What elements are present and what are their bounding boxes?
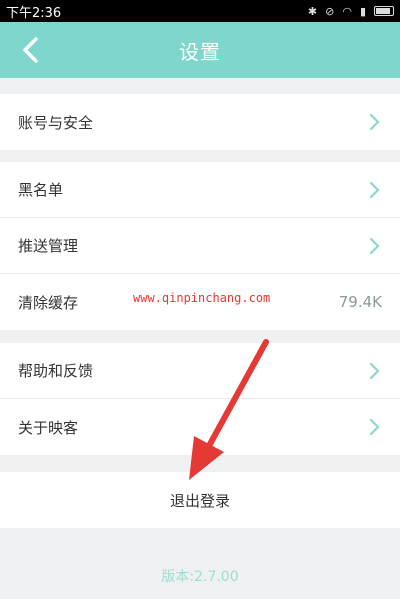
settings-item-label: 帮助和反馈 [18, 362, 94, 380]
bluetooth-icon: ✱ [307, 4, 318, 18]
settings-item-help-feedback[interactable]: 帮助和反馈 [0, 343, 400, 399]
status-icons: ✱ ⊘ ◠ ▮ [308, 5, 394, 18]
cache-size-value: 79.4K [338, 293, 382, 311]
signal-icon: ▮ [359, 4, 366, 18]
settings-item-label: 黑名单 [18, 181, 64, 199]
page-title: 设置 [179, 39, 221, 64]
wifi-icon: ◠ [342, 4, 352, 18]
logout-button[interactable]: 退出登录 [0, 472, 400, 528]
settings-item-push[interactable]: 推送管理 [0, 218, 400, 274]
chevron-right-icon [366, 113, 382, 131]
chevron-right-icon [366, 237, 382, 254]
settings-item-blacklist[interactable]: 黑名单 [0, 162, 400, 218]
settings-item-account-security[interactable]: 账号与安全 [0, 94, 400, 150]
chevron-left-icon [23, 37, 38, 63]
chevron-right-icon [366, 418, 382, 436]
status-time: 下午2:36 [6, 5, 62, 21]
app-header: 设置 [0, 22, 400, 78]
settings-item-label: 关于映客 [18, 418, 79, 437]
status-bar: 下午2:36 ✱ ⊘ ◠ ▮ [0, 0, 400, 22]
version-label: 版本:2.7.00 [161, 569, 239, 585]
mute-icon: ⊘ [325, 4, 335, 18]
settings-item-about[interactable]: 关于映客 [0, 399, 400, 455]
watermark-url: www.qinpinchang.com [133, 291, 271, 305]
settings-group-about: 帮助和反馈 关于映客 [0, 343, 400, 455]
chevron-right-icon [366, 181, 382, 198]
settings-item-label: 推送管理 [18, 237, 79, 255]
settings-item-label: 账号与安全 [18, 113, 94, 132]
settings-group-account: 账号与安全 [0, 94, 400, 150]
battery-icon [374, 6, 394, 16]
back-button[interactable] [12, 32, 48, 68]
chevron-right-icon [366, 362, 382, 379]
settings-item-label: 清除缓存 [18, 293, 79, 312]
